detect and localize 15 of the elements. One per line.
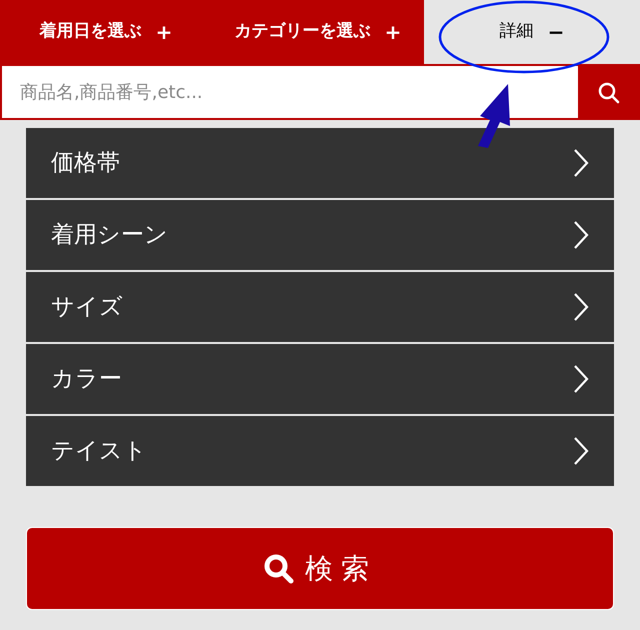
chevron-right-icon (573, 364, 589, 394)
filter-row[interactable]: 着用シーン (26, 200, 614, 270)
filter-row[interactable]: テイスト (26, 416, 614, 486)
filter-row[interactable]: カラー (26, 344, 614, 414)
search-field[interactable]: 商品名,商品番号,etc... (2, 66, 578, 118)
chevron-right-icon (573, 292, 589, 322)
search-submit-button[interactable]: 検索 (26, 527, 614, 610)
chevron-right-icon (573, 436, 589, 466)
filter-row[interactable]: 価格帯 (26, 128, 614, 198)
search-icon (263, 552, 295, 584)
chevron-right-icon (573, 220, 589, 250)
filter-row[interactable]: サイズ (26, 272, 614, 342)
chevron-right-icon (573, 148, 589, 178)
tab[interactable]: 詳細 − (424, 0, 640, 64)
search-icon (597, 81, 621, 105)
